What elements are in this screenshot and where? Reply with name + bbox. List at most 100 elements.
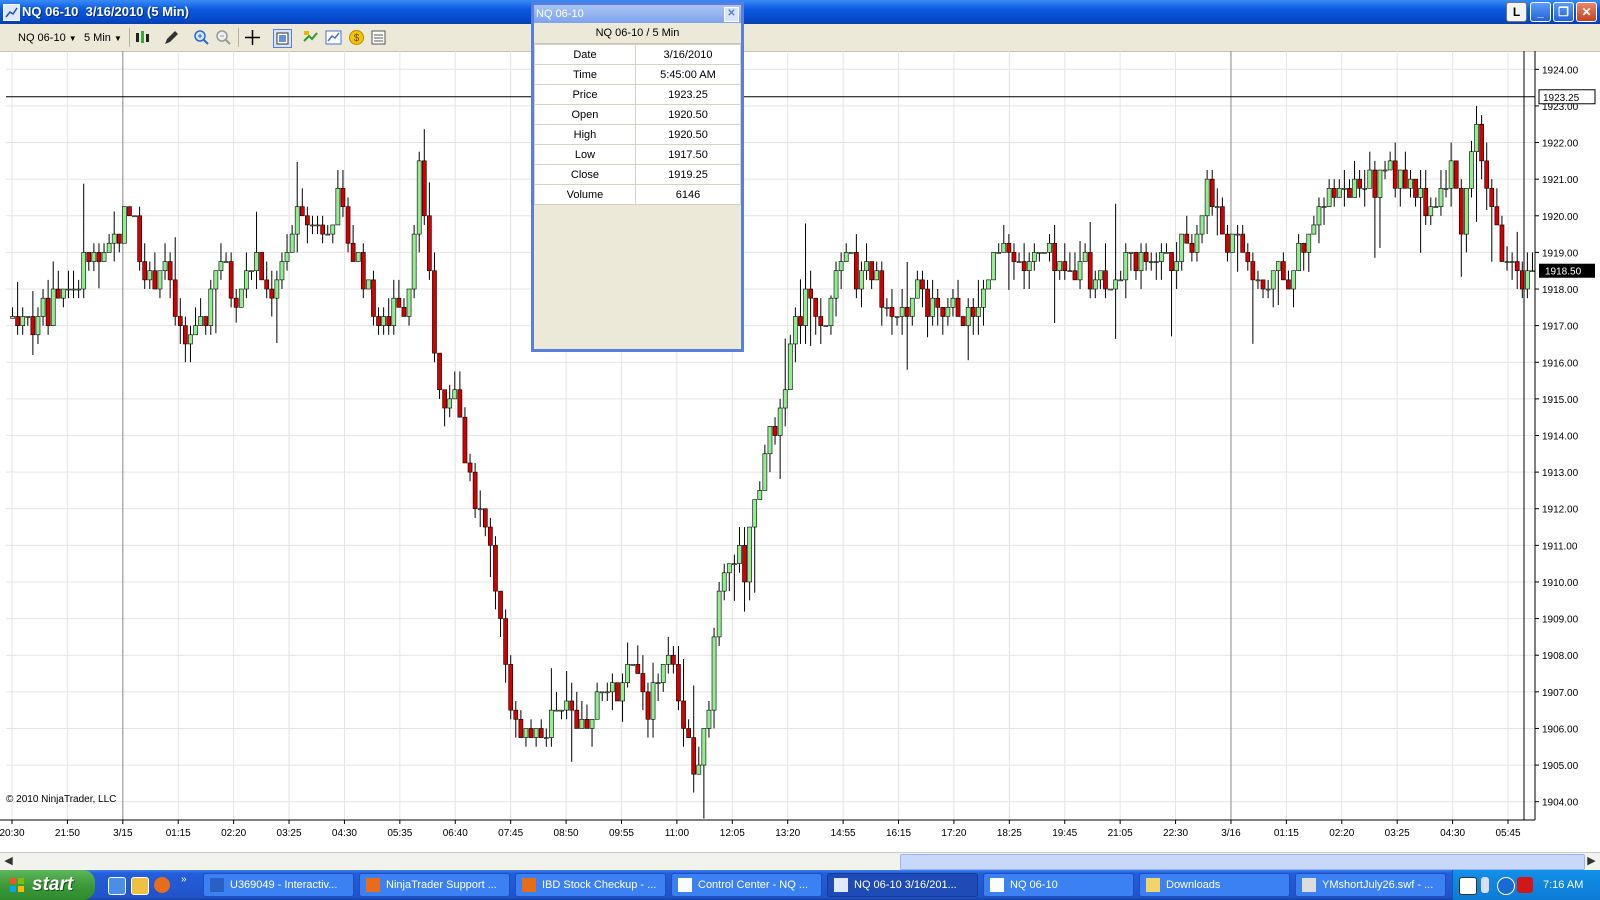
data-box-value: 1917.50	[634, 144, 742, 165]
connection-tray-icon[interactable]	[1497, 877, 1515, 895]
candle-body	[559, 709, 564, 712]
scrollbar-thumb[interactable]	[900, 854, 1585, 870]
instrument-list-icon[interactable]	[302, 29, 319, 46]
data-box-title-bar[interactable]: NQ 06-10 ✕	[534, 5, 741, 23]
start-button[interactable]: start	[0, 870, 95, 900]
horizontal-scrollbar[interactable]: ◀ ▶	[0, 852, 1600, 870]
candle-body	[747, 526, 752, 583]
data-box-label: Price	[534, 84, 636, 105]
candle-body	[528, 728, 534, 738]
candle-body	[1311, 224, 1317, 235]
y-tick-label: 1913.00	[1542, 468, 1579, 479]
taskbar-app-icon	[1302, 878, 1316, 892]
title-bar: NQ 06-10 3/16/2010 (5 Min) L _ ❐ ✕	[0, 0, 1600, 24]
candle-body	[803, 288, 808, 326]
candle-body	[671, 654, 676, 665]
taskbar-button[interactable]: U369049 - Interactiv...	[203, 873, 354, 897]
candle-body	[1169, 252, 1174, 272]
candle-body	[442, 389, 447, 409]
x-tick-label: 08:50	[554, 828, 579, 839]
data-box-icon[interactable]	[273, 29, 292, 48]
y-tick-label: 1909.00	[1542, 615, 1579, 626]
order-entry-icon[interactable]: $	[348, 29, 365, 46]
candle-body	[147, 270, 153, 281]
link-button[interactable]: L	[1506, 2, 1527, 22]
interval-selector[interactable]: 5 Min ▼	[84, 29, 122, 47]
candle-body	[533, 728, 539, 738]
minimize-button[interactable]: _	[1530, 2, 1551, 22]
network-tray-icon[interactable]	[1481, 877, 1489, 893]
candle-body	[1377, 169, 1383, 198]
candle-body	[538, 728, 544, 738]
firefox-quicklaunch-icon[interactable]	[154, 877, 170, 893]
candle-body	[543, 737, 549, 739]
x-tick-label: 20:30	[0, 828, 25, 839]
candle-body	[132, 215, 137, 218]
quicklaunch-expand-icon[interactable]: »	[181, 874, 187, 885]
x-tick-label: 03:25	[1385, 828, 1410, 839]
start-label: start	[32, 874, 74, 895]
candle-body	[915, 279, 920, 299]
candle-body	[1159, 252, 1164, 262]
candle-body	[1296, 242, 1301, 272]
candle-body	[325, 233, 331, 236]
drawing-tool-icon[interactable]	[163, 29, 180, 46]
chart-properties-icon[interactable]	[325, 29, 342, 46]
taskbar-button[interactable]: Downloads	[1139, 873, 1290, 897]
help-tray-icon[interactable]	[1459, 877, 1477, 895]
candle-body	[894, 316, 900, 318]
ie-quicklaunch-icon[interactable]	[108, 877, 126, 895]
strategies-icon[interactable]	[370, 29, 387, 46]
candle-body	[752, 499, 758, 528]
x-tick-label: 04:30	[332, 828, 357, 839]
candle-body	[1128, 252, 1134, 254]
candle-body	[152, 270, 158, 290]
security-tray-icon[interactable]	[1517, 877, 1533, 893]
candle-body	[1347, 188, 1352, 198]
data-box-window[interactable]: NQ 06-10 ✕ NQ 06-10 / 5 Min Date 3/16/201…	[531, 2, 744, 352]
bar-type-icon[interactable]	[134, 29, 151, 46]
taskbar-button[interactable]: NQ 06-10 3/16/201...	[827, 873, 978, 897]
taskbar-button[interactable]: IBD Stock Checkup - ...	[515, 873, 666, 897]
candle-body	[1418, 188, 1423, 198]
restore-button[interactable]: ❐	[1553, 2, 1574, 22]
mail-quicklaunch-icon[interactable]	[131, 877, 149, 895]
candle-body	[1392, 160, 1398, 189]
y-tick-label: 1919.00	[1542, 248, 1579, 259]
candle-body	[1484, 160, 1490, 189]
crosshair-icon[interactable]	[244, 29, 261, 46]
candle-body	[411, 233, 417, 290]
candle-body	[1067, 270, 1073, 273]
taskbar-button[interactable]: YMshortJuly26.swf - ...	[1295, 873, 1446, 897]
zoom-in-icon[interactable]	[193, 29, 210, 46]
x-tick-label: 06:40	[443, 828, 468, 839]
candle-body	[996, 252, 1002, 254]
instrument-selector[interactable]: NQ 06-10 ▼	[18, 29, 77, 47]
scroll-right-arrow-icon[interactable]: ▶	[1584, 854, 1599, 869]
scroll-left-arrow-icon[interactable]: ◀	[1, 854, 16, 869]
candle-body	[1499, 224, 1505, 262]
taskbar-button[interactable]: Control Center - NQ ...	[671, 873, 822, 897]
zoom-out-icon[interactable]	[215, 29, 232, 46]
data-box-close-button[interactable]: ✕	[724, 7, 739, 22]
taskbar-button[interactable]: NQ 06-10	[983, 873, 1134, 897]
candle-body	[208, 288, 214, 326]
candle-body	[101, 252, 107, 262]
y-tick-label: 1922.00	[1542, 139, 1579, 150]
close-button[interactable]: ✕	[1576, 2, 1597, 22]
candle-body	[76, 288, 81, 291]
taskbar-button[interactable]: NinjaTrader Support ...	[359, 873, 510, 897]
candle-body	[848, 252, 854, 254]
price-chart[interactable]: 1904.00 1905.00 1906.00 1907.00 1908.00 1909.…	[0, 51, 1600, 852]
candle-body	[1235, 233, 1240, 236]
candle-body	[340, 188, 346, 207]
candle-body	[188, 334, 193, 345]
x-tick-label: 01:15	[166, 828, 191, 839]
candle-body	[1387, 160, 1393, 171]
candle-body	[1087, 252, 1093, 290]
candle-body	[437, 352, 442, 391]
candle-body	[386, 316, 392, 326]
candle-body	[264, 279, 270, 290]
candle-body	[91, 252, 97, 262]
candle-body	[610, 682, 615, 693]
